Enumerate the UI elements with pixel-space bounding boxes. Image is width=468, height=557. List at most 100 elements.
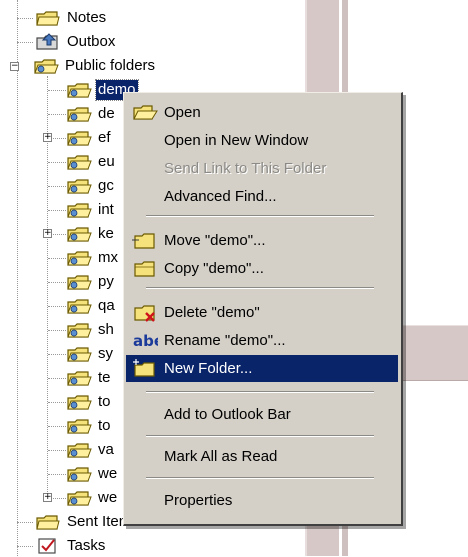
expand-icon[interactable]: + xyxy=(43,229,52,238)
menu-separator xyxy=(146,391,374,393)
menu-separator xyxy=(146,477,374,479)
tree-item-child[interactable]: va xyxy=(40,439,116,461)
tree-item-outbox[interactable]: Outbox xyxy=(17,31,117,53)
public-folder-icon xyxy=(66,81,92,99)
tree-item-notes[interactable]: Notes xyxy=(17,7,108,29)
menu-item-delete[interactable]: Delete "demo" xyxy=(126,299,398,326)
public-folder-icon xyxy=(66,465,92,483)
tree-item-child[interactable]: sy xyxy=(40,343,115,365)
tree-item-label: ef xyxy=(98,129,111,146)
tree-item-label: ke xyxy=(98,225,114,242)
tree-item-child[interactable]: qa xyxy=(40,295,117,317)
menu-item-label: Send Link to This Folder xyxy=(164,160,327,177)
menu-item-rename[interactable]: abe Rename "demo"... xyxy=(126,327,398,354)
tree-item-label: Notes xyxy=(67,9,107,26)
tree-item-label: sy xyxy=(98,345,113,362)
menu-item-label: Properties xyxy=(164,492,233,509)
menu-item-move[interactable]: Move "demo"... xyxy=(126,227,398,254)
public-folder-icon xyxy=(66,225,92,243)
menu-item-label: Open in New Window xyxy=(164,132,309,149)
menu-separator xyxy=(146,287,374,289)
tree-item-label: eu xyxy=(98,153,115,170)
tree-item-label: Public folders xyxy=(65,57,156,74)
open-folder-icon xyxy=(132,102,158,124)
tree-item-label: we xyxy=(98,489,118,506)
tree-item-tasks[interactable]: Tasks xyxy=(17,535,107,557)
expand-icon[interactable]: + xyxy=(43,493,52,502)
public-folder-icon xyxy=(66,321,92,339)
right-pane-bar xyxy=(395,325,468,381)
tree-item-label: Outbox xyxy=(67,33,116,50)
tree-item-child[interactable]: + we xyxy=(40,487,119,509)
tree-line xyxy=(17,0,18,556)
copy-folder-icon xyxy=(132,258,158,280)
tree-item-label: sh xyxy=(98,321,114,338)
outbox-folder-icon xyxy=(35,33,61,51)
tree-item-label: py xyxy=(98,273,114,290)
tree-item-child[interactable]: gc xyxy=(40,175,116,197)
public-folder-icon xyxy=(66,369,92,387)
menu-item-advanced-find[interactable]: Advanced Find... xyxy=(126,183,398,210)
menu-item-add-to-outlook-bar[interactable]: Add to Outlook Bar xyxy=(126,401,398,428)
tree-item-child[interactable]: te xyxy=(40,367,113,389)
menu-item-new-folder[interactable]: New Folder... xyxy=(126,355,398,382)
menu-item-label: New Folder... xyxy=(164,360,253,377)
menu-item-label: Open xyxy=(164,104,201,121)
menu-separator xyxy=(146,435,374,437)
public-folder-icon xyxy=(66,393,92,411)
public-folder-icon xyxy=(66,417,92,435)
menu-item-copy[interactable]: Copy "demo"... xyxy=(126,255,398,282)
tree-item-label: mx xyxy=(98,249,118,266)
tree-item-label: Tasks xyxy=(67,537,106,554)
sent-items-icon xyxy=(35,513,61,531)
tree-item-child[interactable]: int xyxy=(40,199,116,221)
tree-item-child[interactable]: to xyxy=(40,415,113,437)
menu-item-mark-all-read[interactable]: Mark All as Read xyxy=(126,443,398,470)
public-folder-icon xyxy=(66,153,92,171)
tree-item-child[interactable]: py xyxy=(40,271,116,293)
tree-item-child[interactable]: sh xyxy=(40,319,116,341)
public-folder-icon xyxy=(66,489,92,507)
menu-item-open[interactable]: Open xyxy=(126,99,398,126)
tree-item-child[interactable]: we xyxy=(40,463,119,485)
move-folder-icon xyxy=(132,230,158,252)
public-folder-icon xyxy=(66,177,92,195)
tree-item-public-folders[interactable]: − Public folders xyxy=(10,55,157,77)
public-folder-icon xyxy=(66,105,92,123)
tree-item-label: to xyxy=(98,417,111,434)
tree-item-child[interactable]: + ef xyxy=(40,127,113,149)
rename-icon: abe xyxy=(132,330,164,352)
tree-item-label: we xyxy=(98,465,118,482)
public-folder-icon xyxy=(66,441,92,459)
tree-item-label: to xyxy=(98,393,111,410)
svg-text:abe: abe xyxy=(133,332,158,350)
expand-icon[interactable]: + xyxy=(43,133,52,142)
tree-item-child[interactable]: mx xyxy=(40,247,120,269)
tree-item-label: gc xyxy=(98,177,114,194)
menu-item-label: Advanced Find... xyxy=(164,188,277,205)
public-folder-icon xyxy=(66,201,92,219)
menu-item-properties[interactable]: Properties xyxy=(126,487,398,514)
tree-item-child[interactable]: to xyxy=(40,391,113,413)
menu-item-label: Move "demo"... xyxy=(164,232,266,249)
menu-item-label: Copy "demo"... xyxy=(164,260,264,277)
menu-item-label: Mark All as Read xyxy=(164,448,278,465)
public-folders-icon xyxy=(33,57,59,75)
tree-item-child[interactable]: + ke xyxy=(40,223,116,245)
tree-item-child[interactable]: eu xyxy=(40,151,117,173)
public-folder-icon xyxy=(66,345,92,363)
collapse-icon[interactable]: − xyxy=(10,61,19,71)
tree-item-label: de xyxy=(98,105,115,122)
public-folder-icon xyxy=(66,249,92,267)
menu-item-open-new-window[interactable]: Open in New Window xyxy=(126,127,398,154)
tree-item-label: int xyxy=(98,201,114,218)
tree-item-label: qa xyxy=(98,297,115,314)
context-menu: Open Open in New Window Send Link to Thi… xyxy=(123,92,403,526)
tasks-icon xyxy=(35,537,61,555)
tree-item-label: va xyxy=(98,441,114,458)
public-folder-icon xyxy=(66,273,92,291)
new-folder-icon xyxy=(132,358,158,380)
tree-item-child[interactable]: de xyxy=(40,103,117,125)
menu-separator xyxy=(146,215,374,217)
menu-item-send-link: Send Link to This Folder xyxy=(126,155,398,182)
